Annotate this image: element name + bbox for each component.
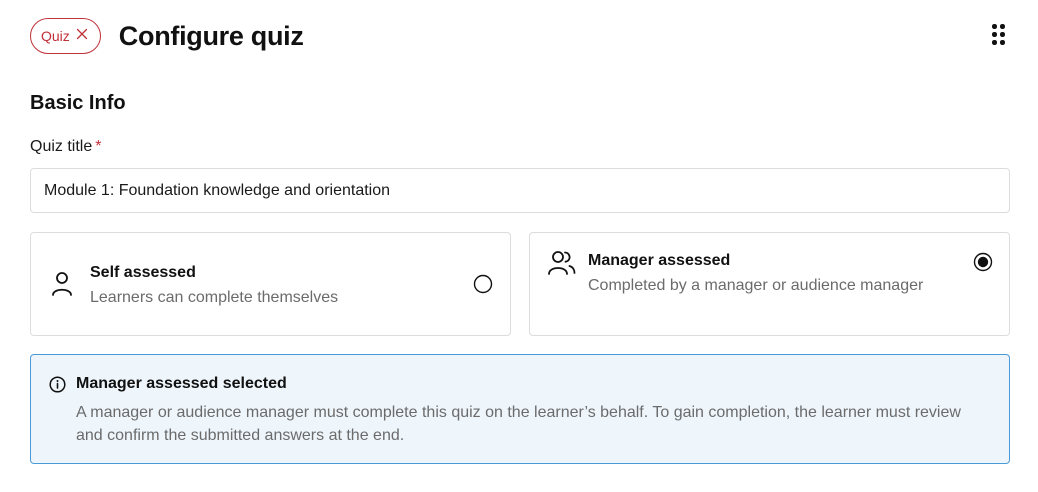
notice-title: Manager assessed selected: [76, 375, 287, 392]
quiz-title-input[interactable]: [30, 168, 1010, 213]
quiz-title-label: Quiz title *: [30, 138, 101, 156]
notice-body: A manager or audience manager must compl…: [76, 404, 961, 444]
tag-chip-label: Quiz: [41, 28, 70, 44]
page-title: Configure quiz: [118, 20, 304, 51]
manager-assessed-description: Completed by a manager or audience manag…: [588, 277, 924, 294]
manager-assessed-title: Manager assessed: [588, 252, 731, 269]
page-header: Quiz Configure quiz: [30, 16, 1010, 56]
self-assessed-title: Self assessed: [90, 264, 196, 281]
required-marker: *: [95, 138, 102, 155]
self-assessed-option[interactable]: Self assessed Learners can complete them…: [30, 232, 511, 336]
manager-assessed-radio[interactable]: [973, 252, 993, 272]
self-assessed-description: Learners can complete themselves: [90, 289, 339, 306]
people-icon: [548, 250, 576, 281]
self-assessed-radio[interactable]: [473, 274, 493, 294]
info-icon: [49, 376, 66, 398]
person-icon: [51, 271, 73, 302]
section-title-basic-info: Basic Info: [30, 92, 126, 114]
close-icon[interactable]: [76, 28, 88, 44]
quiz-tag-chip[interactable]: Quiz: [30, 18, 101, 54]
manager-assessed-option[interactable]: Manager assessed Completed by a manager …: [529, 232, 1010, 336]
manager-assessed-notice: Manager assessed selected A manager or a…: [30, 354, 1010, 464]
quiz-title-label-text: Quiz title: [30, 138, 93, 155]
kebab-menu-icon[interactable]: [992, 24, 1008, 48]
configure-quiz-page: Quiz Configure quiz Basic Info Quiz titl…: [0, 0, 1038, 492]
